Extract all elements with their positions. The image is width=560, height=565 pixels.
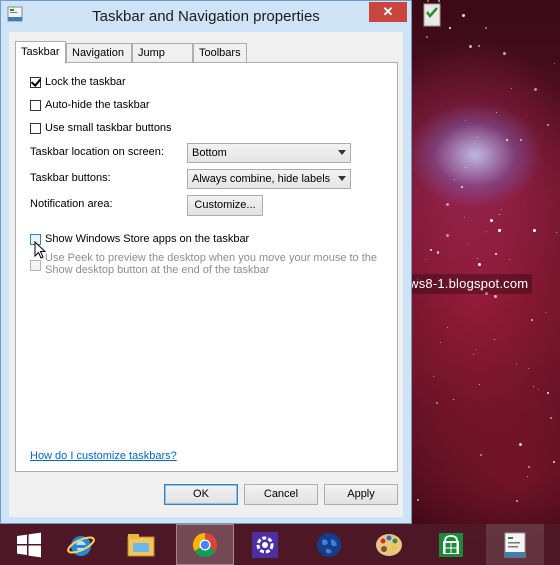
tab-navigation[interactable]: Navigation (66, 43, 132, 62)
star (436, 401, 439, 404)
peek-label: Use Peek to preview the desktop when you… (45, 252, 377, 276)
globe-icon[interactable] (300, 524, 358, 565)
ok-button[interactable]: OK (164, 484, 238, 505)
taskbar-properties-icon[interactable] (486, 524, 544, 565)
chevron-down-icon (338, 176, 346, 181)
star (533, 87, 537, 91)
star (436, 251, 439, 254)
star (463, 216, 465, 218)
star (464, 166, 466, 168)
customize-button[interactable]: Customize... (187, 195, 263, 216)
peek-option[interactable]: Use Peek to preview the desktop when you… (30, 252, 377, 280)
file-explorer-icon[interactable] (112, 524, 170, 565)
location-select-value: Bottom (192, 147, 227, 159)
windows-store-icon[interactable] (422, 524, 480, 565)
settings-gear-icon[interactable] (236, 524, 294, 565)
taskbar-buttons-select[interactable]: Always combine, hide labels (187, 169, 351, 189)
small-buttons-label: Use small taskbar buttons (45, 122, 172, 134)
title-bar[interactable]: Taskbar and Navigation properties ✕ (1, 1, 411, 32)
notification-area-label: Notification area: (30, 198, 113, 210)
star (449, 26, 452, 29)
tab-toolbars[interactable]: Toolbars (193, 43, 247, 62)
star (500, 208, 502, 210)
internet-explorer-icon[interactable] (52, 524, 110, 565)
star (527, 368, 529, 370)
star (446, 202, 450, 206)
star (452, 398, 454, 400)
customize-help-link[interactable]: How do I customize taskbars? (30, 450, 177, 462)
auto-hide-option[interactable]: Auto-hide the taskbar (30, 97, 150, 113)
store-apps-label: Show Windows Store apps on the taskbar (45, 233, 250, 245)
chrome-icon[interactable] (176, 524, 234, 565)
peek-label-line2: Show desktop button at the end of the ta… (45, 264, 270, 276)
windows-start-icon[interactable] (0, 524, 58, 565)
star (477, 44, 480, 47)
peek-label-line1: Use Peek to preview the desktop when you… (45, 252, 378, 264)
star (544, 311, 546, 313)
lock-taskbar-option[interactable]: Lock the taskbar (30, 74, 126, 90)
taskbar-tab-panel: Lock the taskbar Auto-hide the taskbar U… (15, 62, 398, 472)
star (546, 392, 549, 394)
star (518, 442, 522, 446)
star (555, 231, 557, 233)
paint-palette-icon[interactable] (360, 524, 418, 565)
windows-taskbar (0, 524, 560, 565)
auto-hide-label: Auto-hide the taskbar (45, 99, 150, 111)
chevron-down-icon (338, 150, 346, 155)
star (447, 326, 449, 328)
mouse-cursor-icon (34, 240, 47, 259)
lock-taskbar-label: Lock the taskbar (45, 76, 126, 88)
star (479, 453, 482, 456)
star (460, 185, 463, 188)
lock-taskbar-checkbox[interactable] (30, 76, 41, 88)
tab-jump-lists[interactable]: Jump Lists (132, 43, 193, 77)
taskbar-buttons-select-value: Always combine, hide labels (192, 173, 331, 185)
small-buttons-checkbox[interactable] (30, 122, 41, 134)
tab-taskbar[interactable]: Taskbar (15, 41, 66, 64)
star (537, 388, 539, 390)
small-buttons-option[interactable]: Use small taskbar buttons (30, 120, 172, 136)
star (553, 62, 555, 64)
star (429, 248, 432, 251)
location-select[interactable]: Bottom (187, 143, 351, 163)
star (477, 257, 479, 259)
apply-button[interactable]: Apply (324, 484, 398, 505)
dialog-client-area: Taskbar Navigation Jump Lists Toolbars L… (9, 32, 403, 517)
window-title: Taskbar and Navigation properties (92, 8, 320, 25)
store-apps-option[interactable]: Show Windows Store apps on the taskbar (30, 231, 249, 247)
properties-window: Taskbar and Navigation properties ✕ Task… (0, 0, 412, 524)
location-label: Taskbar location on screen: (30, 146, 164, 158)
star (515, 362, 517, 364)
auto-hide-checkbox[interactable] (30, 99, 41, 111)
star (425, 35, 428, 38)
star (461, 14, 465, 18)
cancel-button[interactable]: Cancel (244, 484, 318, 505)
star (467, 242, 469, 244)
peek-checkbox[interactable] (30, 260, 41, 271)
star (503, 51, 507, 55)
star (520, 138, 523, 141)
star (495, 112, 497, 113)
star (498, 213, 500, 215)
desktop-recycle-bin-icon[interactable] (418, 0, 446, 30)
close-button[interactable]: ✕ (369, 2, 407, 22)
taskbar-buttons-label: Taskbar buttons: (30, 172, 111, 184)
